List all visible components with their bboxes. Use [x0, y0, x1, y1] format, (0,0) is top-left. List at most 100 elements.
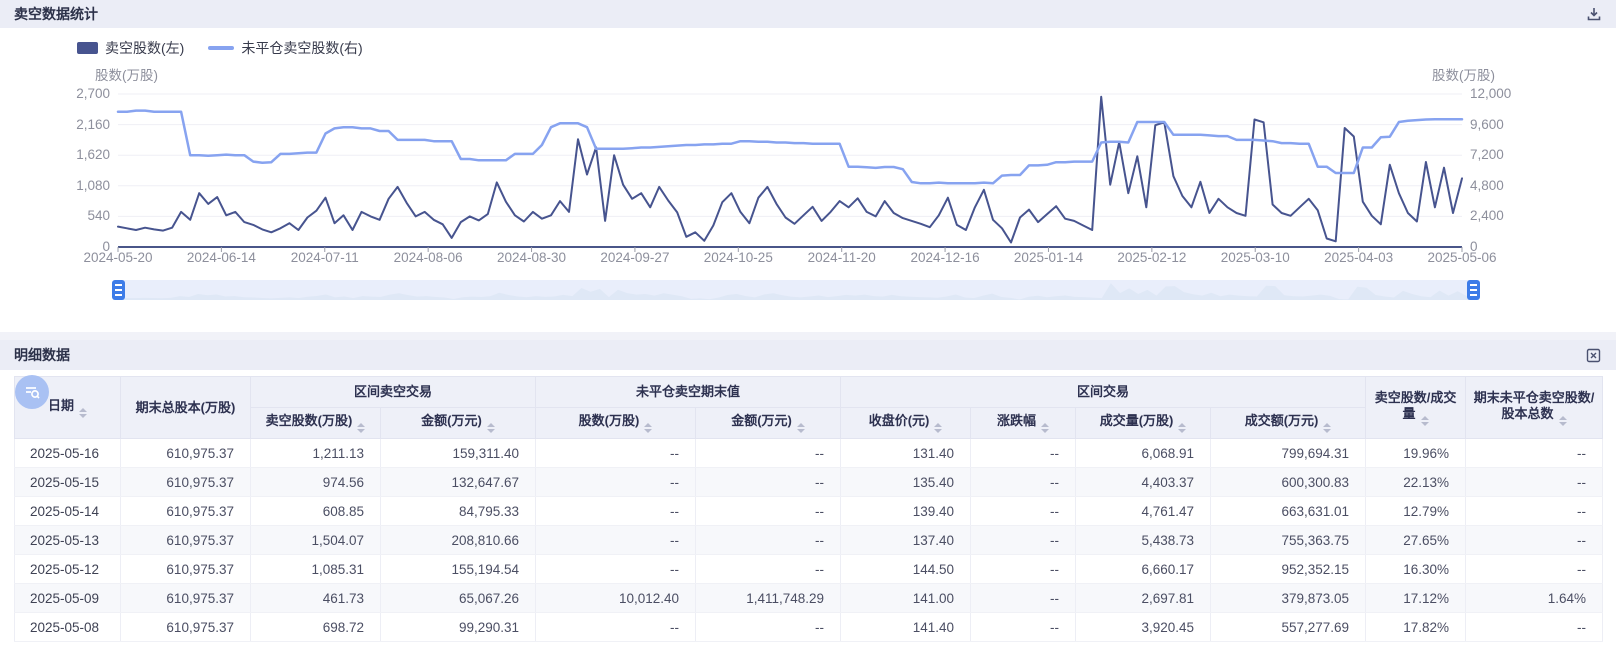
x-axis-tick: 2024-08-30	[497, 250, 567, 265]
table-cell: --	[970, 496, 1077, 526]
chart-legend: 卖空股数(左) 未平仓卖空股数(右)	[77, 38, 363, 58]
datazoom-slider[interactable]	[112, 280, 1480, 300]
table-cell: 135.40	[840, 467, 972, 497]
table-cell: 155,194.54	[380, 554, 537, 584]
table-cell: --	[1465, 467, 1604, 497]
export-excel-icon[interactable]	[1585, 347, 1602, 364]
table-cell: 1,504.07	[250, 525, 381, 555]
table-cell: --	[535, 612, 697, 642]
table-cell: 27.65%	[1365, 525, 1467, 555]
table-row[interactable]: 2025-05-12 610,975.37 1,085.31 155,194.54 --…	[14, 554, 1604, 584]
table-cell: --	[535, 554, 697, 584]
column-group-header: 区间卖空交易	[249, 376, 537, 408]
sort-caret-icon	[1041, 423, 1050, 433]
table-cell: 6,660.17	[1075, 554, 1212, 584]
short-selling-stats-panel: 卖空数据统计 卖空股数(左) 未平仓卖空股数(右) 股数(万股) 股数(万股) …	[0, 0, 1616, 332]
x-axis-tick: 2024-12-16	[910, 250, 980, 265]
right-axis-tick: 4,800	[1470, 177, 1504, 193]
cell-date: 2025-05-13	[14, 525, 121, 555]
table-cell: 379,873.05	[1210, 583, 1367, 613]
left-axis-tick: 2,160	[76, 116, 110, 132]
x-axis-tick: 2024-08-06	[393, 250, 463, 265]
datazoom-handle-left[interactable]	[112, 280, 125, 300]
detail-panel-header: 明细数据	[0, 340, 1616, 370]
x-axis-tick: 2025-04-03	[1324, 250, 1394, 265]
legend-swatch-square	[77, 42, 98, 54]
column-header[interactable]: 期末未平仓卖空股数/股本总数	[1465, 376, 1604, 439]
table-cell: 159,311.40	[380, 438, 537, 468]
table-cell: 600,300.83	[1210, 467, 1367, 497]
column-header[interactable]: 卖空股数/成交量	[1365, 376, 1467, 439]
table-cell: --	[695, 612, 842, 642]
left-axis-tick: 1,620	[76, 147, 110, 163]
column-header[interactable]: 成交量(万股)	[1075, 407, 1212, 439]
table-cell: 4,761.47	[1075, 496, 1212, 526]
detail-data-panel: 明细数据 日期 期末总股本(万股) 区间卖空交易 未平仓卖空期末值 区间交易 卖空股数/成…	[0, 340, 1616, 659]
sort-caret-icon	[1323, 423, 1332, 433]
table-cell: --	[970, 612, 1077, 642]
table-row[interactable]: 2025-05-14 610,975.37 608.85 84,795.33 -- -- 1…	[14, 496, 1604, 526]
column-header[interactable]: 股数(万股)	[535, 407, 697, 439]
table-cell: --	[970, 554, 1077, 584]
table-cell: 974.56	[250, 467, 381, 497]
column-header[interactable]: 金额(万元)	[695, 407, 842, 439]
left-axis-title: 股数(万股)	[95, 68, 158, 83]
table-row[interactable]: 2025-05-08 610,975.37 698.72 99,290.31 -- -- 1…	[14, 612, 1604, 642]
sort-caret-icon	[796, 423, 805, 433]
table-row[interactable]: 2025-05-16 610,975.37 1,211.13 159,311.40 --…	[14, 438, 1604, 468]
table-cell: --	[535, 525, 697, 555]
legend-item-open-short-shares[interactable]: 未平仓卖空股数(右)	[208, 38, 363, 58]
cell-date: 2025-05-09	[14, 583, 121, 613]
x-axis-tick: 2024-05-20	[83, 250, 153, 265]
sort-caret-icon	[1558, 415, 1567, 426]
right-axis-title: 股数(万股)	[1432, 68, 1495, 83]
column-header[interactable]: 收盘价(元)	[840, 407, 972, 439]
x-axis-tick: 2025-02-12	[1117, 250, 1187, 265]
table-cell: --	[695, 467, 842, 497]
table-cell: 608.85	[250, 496, 381, 526]
table-cell: --	[535, 467, 697, 497]
table-cell: 952,352.15	[1210, 554, 1367, 584]
table-search-badge[interactable]	[15, 375, 49, 409]
x-axis-tick: 2025-05-06	[1427, 250, 1497, 265]
column-header[interactable]: 卖空股数(万股)	[250, 407, 381, 439]
left-axis-tick: 1,080	[76, 177, 110, 193]
panel-gap	[0, 332, 1616, 340]
table-cell: --	[1465, 525, 1604, 555]
sort-caret-icon	[1178, 423, 1187, 433]
table-cell: --	[695, 496, 842, 526]
table-row[interactable]: 2025-05-15 610,975.37 974.56 132,647.67 -- --…	[14, 467, 1604, 497]
table-cell: 19.96%	[1365, 438, 1467, 468]
table-cell: --	[1465, 438, 1604, 468]
x-axis-tick: 2024-07-11	[290, 250, 359, 265]
table-cell: --	[1465, 496, 1604, 526]
download-icon[interactable]	[1586, 6, 1602, 22]
sort-caret-icon	[486, 423, 495, 433]
datazoom-handle-right[interactable]	[1467, 280, 1480, 300]
table-cell: 139.40	[840, 496, 972, 526]
x-axis-tick: 2025-03-10	[1220, 250, 1290, 265]
x-axis-tick: 2024-06-14	[186, 250, 256, 265]
x-axis-tick: 2024-09-27	[600, 250, 670, 265]
legend-label: 卖空股数(左)	[105, 40, 185, 56]
table-cell: --	[970, 467, 1077, 497]
column-header[interactable]: 涨跌幅	[970, 407, 1077, 439]
column-header[interactable]: 成交额(万元)	[1210, 407, 1367, 439]
table-cell: 17.82%	[1365, 612, 1467, 642]
table-row[interactable]: 2025-05-13 610,975.37 1,504.07 208,810.66 --…	[14, 525, 1604, 555]
legend-item-short-shares[interactable]: 卖空股数(左)	[77, 38, 184, 58]
table-row[interactable]: 2025-05-09 610,975.37 461.73 65,067.26 10,01…	[14, 583, 1604, 613]
table-cell: 132,647.67	[380, 467, 537, 497]
right-axis-tick: 7,200	[1470, 147, 1504, 163]
table-cell: --	[535, 496, 697, 526]
legend-label: 未平仓卖空股数(右)	[241, 40, 363, 56]
table-cell: --	[535, 438, 697, 468]
table-cell: --	[695, 438, 842, 468]
table-cell: 137.40	[840, 525, 972, 555]
table-cell: 1,411,748.29	[695, 583, 842, 613]
table-cell: 12.79%	[1365, 496, 1467, 526]
table-cell: 1,085.31	[250, 554, 381, 584]
table-cell: 16.30%	[1365, 554, 1467, 584]
column-header[interactable]: 金额(万元)	[379, 407, 537, 439]
left-axis-tick: 540	[87, 208, 110, 224]
